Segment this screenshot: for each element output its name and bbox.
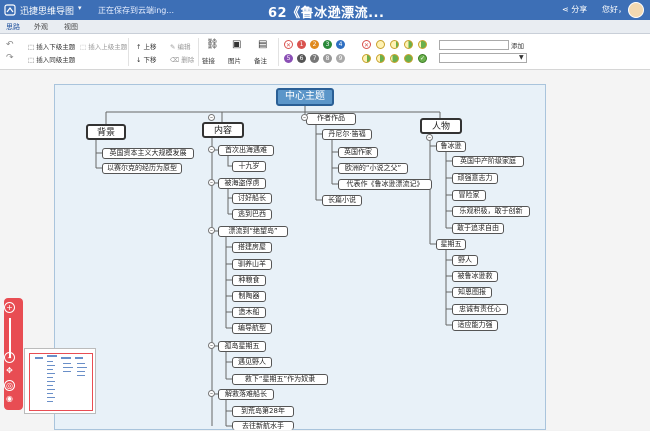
node-content-3e[interactable]: 造木船 xyxy=(232,307,266,318)
collapse-toggle-icon[interactable]: – xyxy=(208,227,215,234)
node-content-1[interactable]: 首次出海遇难 xyxy=(218,145,274,156)
node-background-2[interactable]: 以赛尔克的经历为原型 xyxy=(102,163,182,174)
node-background-1[interactable]: 英国资本主义大规模发展 xyxy=(102,148,194,159)
node-people-1b[interactable]: 顽强意志力 xyxy=(452,173,498,184)
connector-lines xyxy=(95,106,452,427)
collapse-toggle-icon[interactable]: – xyxy=(208,342,215,349)
mindmap-root-node[interactable]: 中心主题 xyxy=(276,88,334,106)
branch-people[interactable]: 人物 xyxy=(420,118,462,134)
node-people-1d[interactable]: 乐观积极，敢于创新 xyxy=(452,206,530,217)
node-content-2a[interactable]: 讨好船长 xyxy=(232,193,272,204)
node-content-3b[interactable]: 驯养山羊 xyxy=(232,259,272,270)
node-people-2a[interactable]: 野人 xyxy=(452,255,478,266)
node-content-3d[interactable]: 制陶器 xyxy=(232,291,266,302)
node-content-5b[interactable]: 去往新航水手 xyxy=(232,421,294,430)
collapse-toggle-icon[interactable]: – xyxy=(208,390,215,397)
move-icon[interactable]: ✥ xyxy=(4,366,15,377)
node-author-1a[interactable]: 英国作家 xyxy=(338,147,378,158)
node-content-4[interactable]: 孤岛星期五 xyxy=(218,341,266,352)
node-people-1e[interactable]: 敢于追求自由 xyxy=(452,223,504,234)
node-people-2b[interactable]: 被鲁冰逊救 xyxy=(452,271,498,282)
collapse-toggle-icon[interactable]: – xyxy=(426,134,433,141)
collapse-toggle-icon[interactable]: – xyxy=(301,114,308,121)
minimap-viewport[interactable] xyxy=(29,353,93,411)
branch-background[interactable]: 背景 xyxy=(86,124,126,140)
node-content-1a[interactable]: 十九岁 xyxy=(232,161,266,172)
node-author-1[interactable]: 丹尼尔·笛福 xyxy=(322,129,372,140)
collapse-toggle-icon[interactable]: – xyxy=(208,179,215,186)
node-people-2[interactable]: 星期五 xyxy=(436,239,466,250)
node-content-4b[interactable]: 救下“星期五”作为奴隶 xyxy=(232,374,328,385)
node-content-2b[interactable]: 逃到巴西 xyxy=(232,209,272,220)
node-people-2d[interactable]: 忠诚有责任心 xyxy=(452,304,508,315)
node-author-2[interactable]: 长篇小说 xyxy=(322,195,362,206)
branch-content[interactable]: 内容 xyxy=(202,122,244,138)
node-author-1c[interactable]: 代表作《鲁冰逊漂流记》 xyxy=(338,179,432,190)
node-content-5a[interactable]: 到荒岛第28年 xyxy=(232,406,294,417)
node-people-2c[interactable]: 知恩图报 xyxy=(452,287,492,298)
collapse-toggle-icon[interactable]: – xyxy=(208,146,215,153)
minimap[interactable] xyxy=(24,348,96,414)
node-content-5[interactable]: 解救落难船长 xyxy=(218,389,274,400)
node-content-2[interactable]: 被海盗俘虏 xyxy=(218,178,266,189)
locate-icon[interactable]: ◎ xyxy=(4,380,15,391)
node-content-3[interactable]: 漂流到“绝望岛” xyxy=(218,226,288,237)
node-people-1[interactable]: 鲁冰逊 xyxy=(436,141,466,152)
zoom-out-icon[interactable]: – xyxy=(4,352,15,363)
node-people-2e[interactable]: 适应能力强 xyxy=(452,320,498,331)
node-people-1a[interactable]: 英国中产阶级家庭 xyxy=(452,156,524,167)
node-content-4a[interactable]: 遇见野人 xyxy=(232,357,272,368)
collapse-toggle-icon[interactable]: – xyxy=(208,114,215,121)
node-content-3c[interactable]: 种粮食 xyxy=(232,275,266,286)
node-content-3a[interactable]: 搭建房屋 xyxy=(232,242,272,253)
eye-icon[interactable]: ◉ xyxy=(4,394,15,405)
branch-author[interactable]: 作者作品 xyxy=(306,113,356,125)
node-author-1b[interactable]: 欧洲的“小说之父” xyxy=(338,163,408,174)
node-people-1c[interactable]: 冒险家 xyxy=(452,190,486,201)
zoom-in-icon[interactable]: + xyxy=(4,302,15,313)
node-content-3f[interactable]: 编导航型 xyxy=(232,323,272,334)
